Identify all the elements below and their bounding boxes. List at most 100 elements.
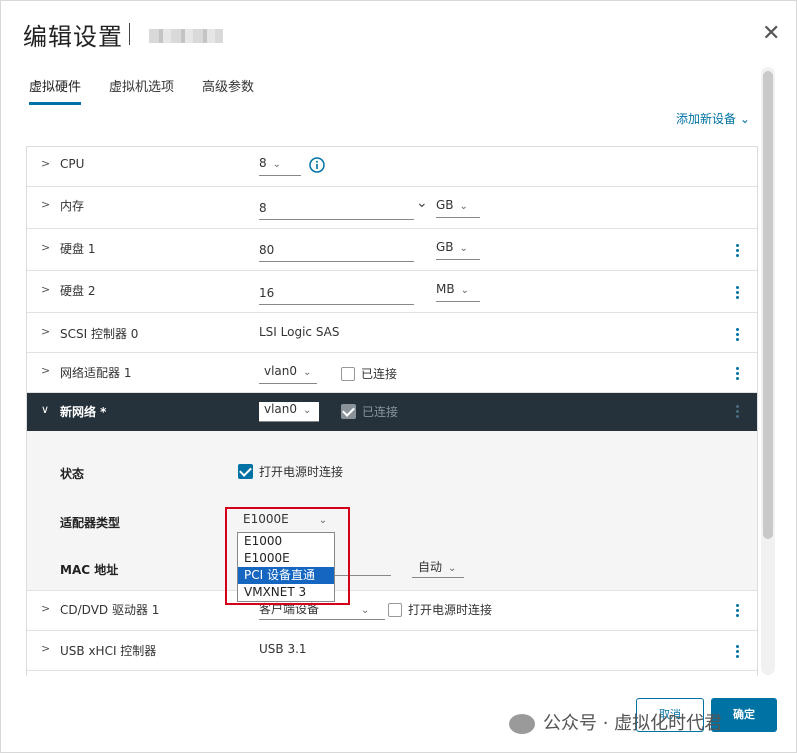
adapter-option-e1000e[interactable]: E1000E	[238, 550, 334, 567]
hw-label-new-network: 新网络 *	[60, 405, 107, 419]
hw-label-disk2: 硬盘 2	[60, 284, 96, 298]
chevron-right-icon[interactable]: >	[41, 602, 50, 615]
more-vertical-icon[interactable]	[733, 285, 741, 301]
add-new-device-label: 添加新设备	[676, 112, 737, 126]
adapter-option-e1000[interactable]: E1000	[238, 533, 334, 550]
chevron-right-icon[interactable]: >	[41, 241, 50, 254]
hw-label-scsi: SCSI 控制器 0	[60, 327, 139, 341]
hardware-list: > CPU 8 ⌄ > 内存 8 ⌄ GB ⌄ > 硬盘 1 80 GB ⌄ >…	[26, 146, 758, 676]
memory-unit-value: GB	[436, 198, 454, 212]
checkbox-unchecked	[388, 602, 402, 617]
hw-row-scsi: > SCSI 控制器 0 LSI Logic SAS	[27, 313, 757, 353]
checkbox-checked-disabled	[341, 404, 356, 419]
memory-input[interactable]: 8	[259, 199, 414, 220]
adapter-option-pci-passthrough[interactable]: PCI 设备直通	[238, 567, 334, 584]
chevron-right-icon[interactable]: >	[41, 198, 50, 211]
cpu-count-value: 8	[259, 156, 267, 170]
hw-label-cpu: CPU	[60, 157, 85, 171]
disk2-size-input[interactable]: 16	[259, 284, 414, 305]
hw-label-disk1: 硬盘 1	[60, 242, 96, 256]
new-network-connected-label: 已连接	[362, 405, 399, 419]
hw-row-network-adapter-1: > 网络适配器 1 vlan0 ⌄ 已连接	[27, 353, 757, 393]
new-network-details: 状态 打开电源时连接 适配器类型 E1000E ⌄ MAC 地址 自动 ⌄	[27, 431, 757, 591]
chevron-right-icon[interactable]: >	[41, 283, 50, 296]
new-network-connected-checkbox[interactable]: 已连接	[341, 403, 398, 420]
adapter-option-vmxnet3[interactable]: VMXNET 3	[238, 584, 334, 601]
hw-row-usb: > USB xHCI 控制器 USB 3.1	[27, 631, 757, 671]
tab-advanced-params[interactable]: 高级参数	[202, 76, 254, 105]
chevron-down-icon: ⌄	[272, 159, 282, 170]
disk2-unit-select[interactable]: MB ⌄	[436, 282, 480, 302]
hw-row-new-network: ∨ 新网络 * vlan0 ⌄ 已连接	[27, 393, 757, 431]
hw-row-cdrom: > CD/DVD 驱动器 1 客户端设备 ⌄ 打开电源时连接	[27, 591, 757, 631]
hw-row-cpu: > CPU 8 ⌄	[27, 147, 757, 187]
adapter-type-label: 适配器类型	[60, 516, 121, 530]
adapter-type-value: E1000E	[243, 512, 289, 526]
chevron-right-icon[interactable]: >	[41, 364, 50, 377]
usb-version-value: USB 3.1	[259, 642, 307, 656]
status-label: 状态	[60, 467, 85, 481]
disk1-size-value: 80	[259, 243, 275, 257]
chevron-right-icon[interactable]: >	[41, 325, 50, 338]
info-icon[interactable]	[309, 157, 325, 173]
more-vertical-icon[interactable]	[733, 327, 741, 343]
disk2-unit-value: MB	[436, 282, 455, 296]
more-vertical-icon[interactable]	[733, 404, 741, 420]
dialog-title: 编辑设置	[23, 23, 123, 51]
more-vertical-icon[interactable]	[733, 603, 741, 619]
hw-row-disk1: > 硬盘 1 80 GB ⌄	[27, 229, 757, 271]
chevron-down-icon: ⌄	[460, 285, 469, 296]
close-icon[interactable]: ✕	[762, 23, 780, 45]
chevron-right-icon[interactable]: >	[41, 642, 50, 655]
cdrom-power-on-checkbox[interactable]: 打开电源时连接	[388, 601, 492, 618]
chevron-down-icon: ⌄	[459, 201, 468, 212]
mac-mode-value: 自动	[418, 560, 443, 574]
watermark: 公众号 · 虚拟化时代君	[509, 709, 722, 735]
title-divider	[129, 23, 130, 45]
power-on-connect-checkbox[interactable]: 打开电源时连接	[238, 463, 343, 480]
add-new-device-button[interactable]: 添加新设备 ⌄	[676, 110, 750, 127]
memory-unit-select[interactable]: GB ⌄	[436, 198, 480, 218]
mac-mode-select[interactable]: 自动 ⌄	[412, 558, 464, 578]
scsi-type-value: LSI Logic SAS	[259, 325, 340, 339]
nic1-connected-label: 已连接	[361, 367, 398, 381]
disk1-size-input[interactable]: 80	[259, 241, 414, 262]
memory-value: 8	[259, 201, 267, 215]
nic1-connected-checkbox[interactable]: 已连接	[341, 365, 397, 382]
tab-vm-options[interactable]: 虚拟机选项	[109, 76, 174, 105]
new-network-select[interactable]: vlan0 ⌄	[259, 402, 319, 422]
disk1-unit-select[interactable]: GB ⌄	[436, 240, 480, 260]
hw-row-disk2: > 硬盘 2 16 MB ⌄	[27, 271, 757, 313]
chevron-down-icon: ⌄	[361, 605, 370, 616]
more-vertical-icon[interactable]	[733, 644, 741, 660]
more-vertical-icon[interactable]	[733, 366, 741, 382]
cdrom-power-on-label: 打开电源时连接	[408, 603, 493, 617]
watermark-text: 公众号 · 虚拟化时代君	[543, 713, 723, 734]
wechat-icon	[509, 714, 535, 734]
disk1-unit-value: GB	[436, 240, 454, 254]
hw-label-memory: 内存	[60, 199, 85, 213]
nic1-network-value: vlan0	[264, 364, 298, 378]
chevron-right-icon[interactable]: >	[41, 157, 50, 170]
chevron-down-icon: ⌄	[739, 112, 750, 126]
nic1-network-select[interactable]: vlan0 ⌄	[259, 364, 317, 384]
hw-row-memory: > 内存 8 ⌄ GB ⌄	[27, 187, 757, 229]
vm-name-redacted	[149, 29, 223, 43]
cdrom-device-value: 客户端设备	[259, 602, 320, 616]
checkbox-unchecked	[341, 366, 355, 381]
chevron-down-icon[interactable]: ⌄	[416, 195, 428, 211]
chevron-down-icon: ⌄	[459, 243, 468, 254]
chevron-down-icon[interactable]: ∨	[41, 403, 49, 416]
tab-virtual-hardware[interactable]: 虚拟硬件	[29, 76, 82, 105]
power-on-connect-label: 打开电源时连接	[259, 465, 344, 479]
new-network-value: vlan0	[264, 402, 298, 416]
cpu-count-select[interactable]: 8 ⌄	[259, 156, 301, 176]
scrollbar-thumb[interactable]	[763, 71, 773, 539]
more-vertical-icon[interactable]	[733, 243, 741, 259]
hw-label-network-adapter-1: 网络适配器 1	[60, 366, 132, 380]
checkbox-checked	[238, 464, 253, 479]
cdrom-device-select[interactable]: 客户端设备 ⌄	[259, 600, 385, 620]
adapter-type-select[interactable]: E1000E ⌄	[243, 512, 333, 530]
chevron-down-icon: ⌄	[448, 563, 457, 574]
tab-bar: 虚拟硬件 虚拟机选项 高级参数	[29, 76, 254, 105]
